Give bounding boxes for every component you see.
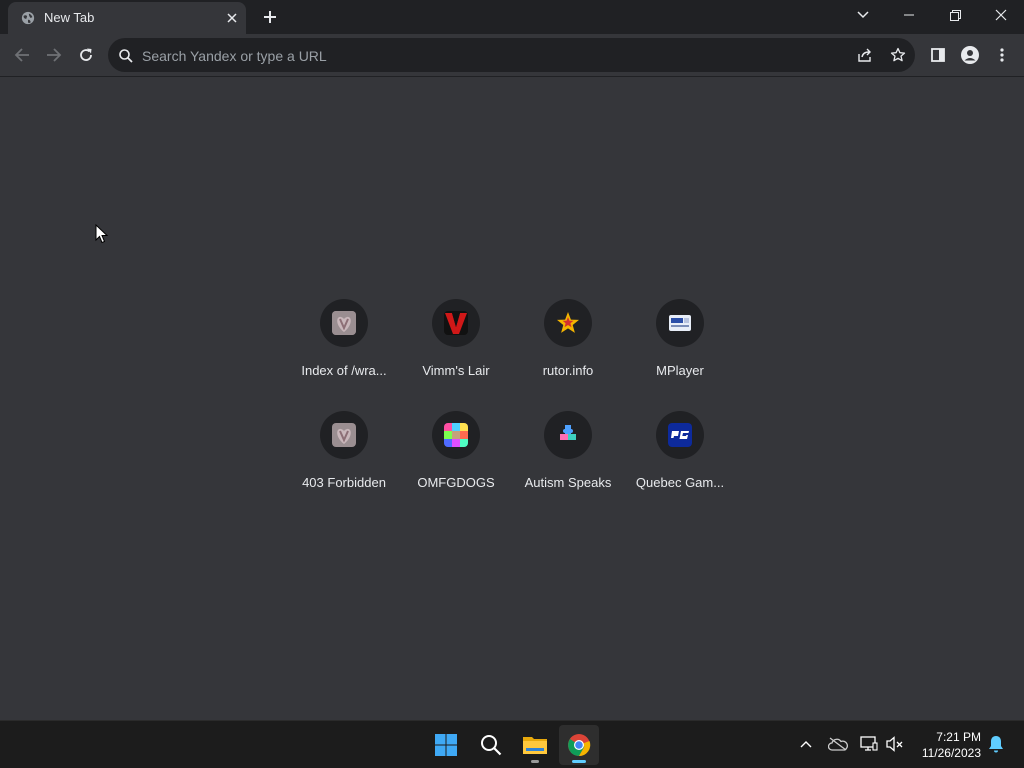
minimize-button[interactable] [886, 0, 932, 30]
plus-icon [264, 11, 276, 23]
bookmark-button[interactable] [886, 43, 910, 67]
clock-time: 7:21 PM [936, 730, 981, 744]
star-icon [890, 47, 906, 62]
hammer-sickle-star-icon [556, 311, 580, 335]
side-panel-icon [931, 48, 945, 62]
globe-icon [21, 11, 35, 25]
share-button[interactable] [853, 43, 877, 67]
onedrive-tray-button[interactable] [828, 734, 848, 754]
active-indicator [572, 760, 586, 763]
shortcut-label: Autism Speaks [524, 475, 612, 490]
reload-button[interactable] [72, 41, 100, 69]
shortcut-icon-wrap [656, 411, 704, 459]
new-tab-page: Index of /wra... Vimm's Lair rutor.info … [0, 77, 1024, 720]
restore-button[interactable] [932, 0, 978, 30]
menu-button[interactable] [988, 41, 1016, 69]
close-icon [227, 13, 237, 23]
shortcut-label: Vimm's Lair [422, 363, 490, 378]
shortcut-icon-wrap [432, 411, 480, 459]
shortcut-icon-wrap [320, 299, 368, 347]
back-button[interactable] [8, 41, 36, 69]
shortcut-icon-wrap [544, 299, 592, 347]
file-explorer-icon [523, 737, 547, 754]
system-clock[interactable]: 7:21 PM 11/26/2023 [922, 729, 981, 761]
clock-date: 11/26/2023 [921, 746, 981, 760]
start-icon [435, 734, 457, 756]
chevron-down-icon [857, 11, 869, 19]
close-window-button[interactable] [978, 0, 1024, 30]
shortcut-icon-wrap [432, 299, 480, 347]
shortcut-tile[interactable]: Autism Speaks [512, 403, 624, 515]
volume-tray-button[interactable] [885, 734, 905, 754]
network-icon [860, 736, 878, 751]
shortcut-tile[interactable]: Vimm's Lair [400, 291, 512, 403]
mouse-cursor-icon [95, 224, 109, 244]
browser-toolbar [0, 34, 1024, 77]
taskbar-search-button[interactable] [471, 725, 511, 765]
arrow-left-icon [14, 48, 29, 62]
shortcut-label: MPlayer [656, 363, 704, 378]
file-explorer-button[interactable] [515, 725, 555, 765]
restore-icon [949, 9, 961, 21]
chevron-up-icon [800, 741, 812, 748]
tab-new-tab[interactable]: New Tab [8, 2, 246, 34]
notification-bell-icon [989, 736, 1003, 753]
puzzle-piece-icon [556, 423, 580, 447]
tab-strip: New Tab [0, 0, 1024, 34]
shortcut-icon-wrap [656, 299, 704, 347]
shortcut-label: 403 Forbidden [302, 475, 386, 490]
mplayer-icon [668, 311, 692, 335]
chrome-icon [568, 734, 591, 757]
arrow-right-icon [47, 48, 62, 62]
onedrive-icon [828, 737, 848, 751]
shortcut-label: Quebec Gam... [635, 475, 725, 490]
heart-v-icon [332, 311, 356, 335]
vimm-v-icon [444, 311, 468, 335]
network-tray-button[interactable] [859, 734, 879, 754]
shortcut-tile[interactable]: MPlayer [624, 291, 736, 403]
shortcut-label: Index of /wra... [301, 363, 387, 378]
forward-button[interactable] [40, 41, 68, 69]
notifications-button[interactable] [986, 734, 1006, 754]
shortcut-tile[interactable]: Index of /wra... [288, 291, 400, 403]
shortcut-label: rutor.info [542, 363, 594, 378]
windows-taskbar: 7:21 PM 11/26/2023 [0, 720, 1024, 768]
volume-muted-icon [886, 736, 903, 752]
show-hidden-icons-button[interactable] [796, 734, 816, 754]
avatar-icon [961, 46, 979, 64]
shortcut-icon-wrap [544, 411, 592, 459]
search-icon [119, 49, 133, 63]
shortcut-tile[interactable]: 403 Forbidden [288, 403, 400, 515]
tab-close-button[interactable] [222, 8, 242, 28]
address-input[interactable] [140, 38, 844, 74]
minimize-icon [904, 14, 914, 16]
close-icon [995, 9, 1007, 21]
tab-search-button[interactable] [840, 0, 886, 30]
shortcut-tile[interactable]: Quebec Gam... [624, 403, 736, 515]
qg-logo-icon [668, 423, 692, 447]
share-icon [858, 48, 871, 62]
shortcut-icon-wrap [320, 411, 368, 459]
running-indicator [531, 760, 539, 763]
shortcut-grid: Index of /wra... Vimm's Lair rutor.info … [288, 291, 736, 515]
shortcut-label: OMFGDOGS [417, 475, 495, 490]
profile-button[interactable] [956, 41, 984, 69]
shortcut-tile[interactable]: rutor.info [512, 291, 624, 403]
shortcut-tile[interactable]: OMFGDOGS [400, 403, 512, 515]
heart-v-icon [332, 423, 356, 447]
new-tab-button[interactable] [258, 6, 282, 28]
address-bar[interactable] [108, 38, 915, 74]
reload-icon [80, 48, 92, 61]
more-vertical-icon [1000, 48, 1004, 62]
chrome-taskbar-button[interactable] [559, 725, 599, 765]
search-icon [481, 735, 502, 756]
side-panel-button[interactable] [924, 41, 952, 69]
tab-title: New Tab [44, 10, 95, 25]
start-button[interactable] [426, 725, 466, 765]
pixel-dogs-icon [444, 423, 468, 447]
